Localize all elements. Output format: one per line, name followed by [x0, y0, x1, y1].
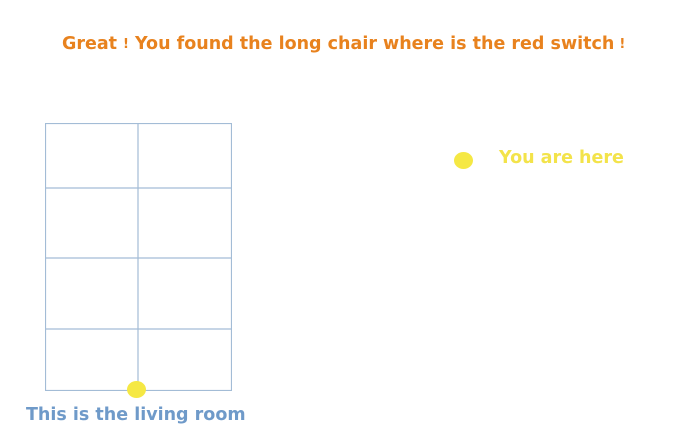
headline-exclamation-1: !: [123, 37, 129, 52]
you-are-here-label: You are here: [499, 148, 624, 168]
living-room-entry-marker: [127, 381, 146, 398]
headline-exclamation-2: !: [619, 37, 626, 52]
headline-message: Great! You found the long chair where is …: [62, 32, 625, 57]
headline-text: You found the long chair where is the re…: [134, 34, 615, 54]
living-room-label: This is the living room: [26, 405, 246, 425]
grid-svg: [45, 123, 232, 391]
living-room-floor-grid: [45, 123, 232, 391]
headline-lead: Great: [62, 34, 118, 54]
you-are-here-marker: [454, 152, 473, 169]
